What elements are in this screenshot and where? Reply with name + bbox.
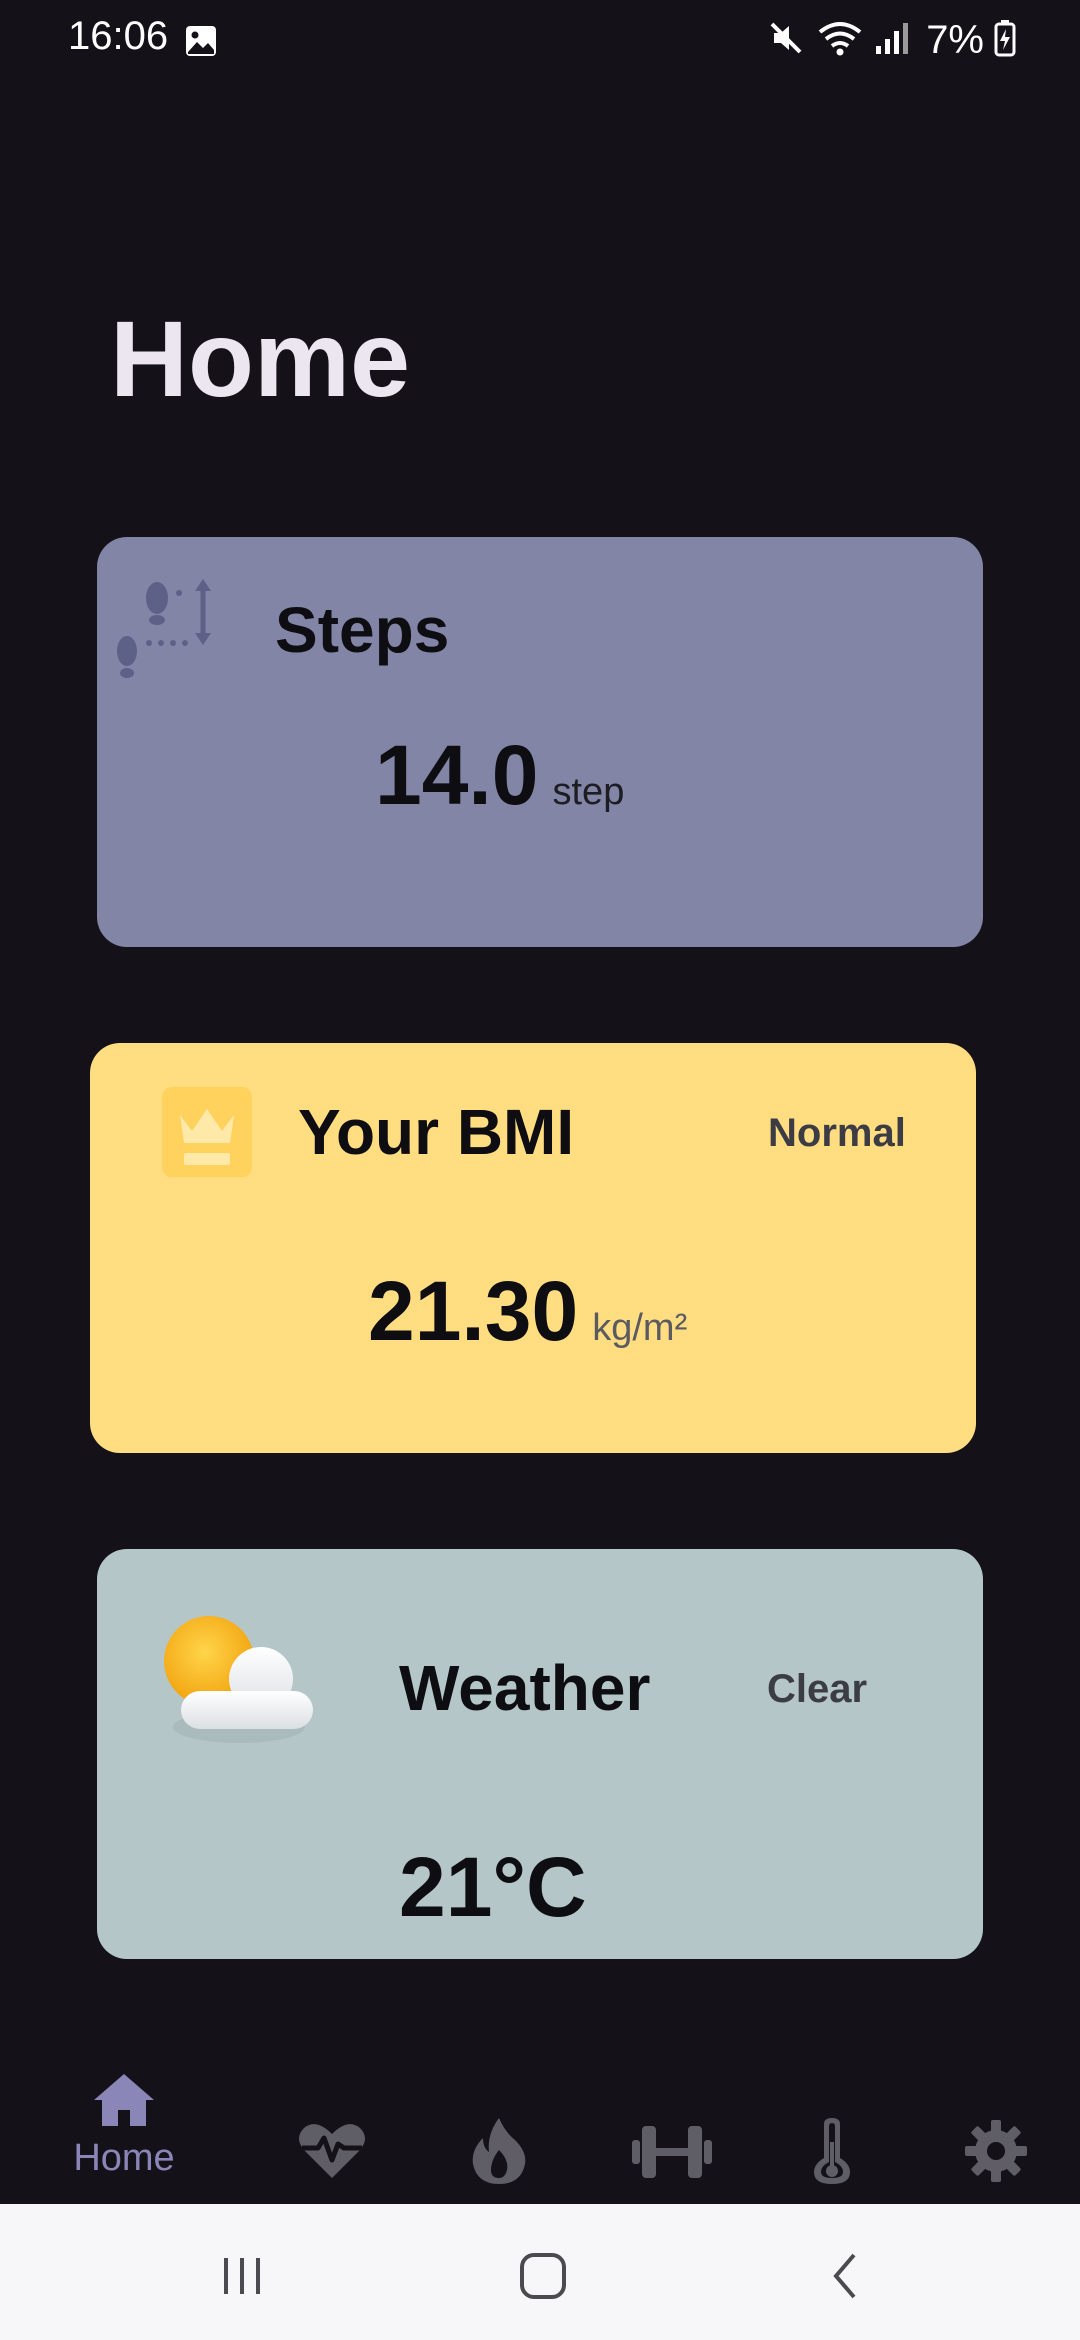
battery-charging-icon [994,19,1016,62]
screen: 16:06 7% Home Steps 14.0 step Your BMI N… [0,0,1080,2340]
bmi-card[interactable]: Your BMI Normal 21.30 kg/m² [90,1043,976,1453]
recent-apps-icon[interactable] [202,2246,282,2306]
system-nav-bar [0,2204,1080,2340]
footsteps-icon [109,573,219,698]
heart-rate-icon [296,2118,368,2187]
bmi-scale-icon [160,1085,254,1184]
settings-gear-icon [965,2120,1027,2187]
bmi-unit: kg/m² [592,1307,688,1349]
dumbbell-icon [630,2122,714,2187]
status-icons: 7% [766,14,1016,66]
signal-icon [874,18,910,63]
page-title: Home [110,298,411,419]
bmi-status: Normal [768,1111,906,1155]
nav-item-calories[interactable] [439,2070,559,2190]
steps-title: Steps [275,594,450,666]
bmi-value-row: 21.30 kg/m² [368,1263,687,1360]
back-icon[interactable] [806,2246,886,2306]
nav-item-heart-rate[interactable] [272,2070,392,2190]
weather-value: 21°C [399,1840,587,1934]
steps-value: 14.0 [375,728,539,822]
sun-cloud-icon [157,1609,327,1764]
bmi-title: Your BMI [298,1096,575,1168]
status-time: 16:06 [68,14,169,58]
nav-label-home: Home [73,2137,175,2179]
home-circle-icon[interactable] [503,2246,583,2306]
steps-unit: step [552,771,625,813]
weather-card[interactable]: Weather Clear 21°C [97,1549,983,1959]
mute-icon [766,18,806,63]
weather-status: Clear [767,1667,868,1711]
steps-value-row: 14.0 step [375,727,624,824]
thermometer-icon [810,2116,854,2191]
nav-item-home[interactable]: Home [64,2070,184,2190]
home-icon [92,2070,156,2135]
battery-percent: 7% [926,17,984,62]
bmi-value: 21.30 [368,1264,579,1358]
nav-item-temperature[interactable] [772,2070,892,2190]
nav-item-workout[interactable] [612,2070,732,2190]
nav-item-settings[interactable] [936,2070,1056,2190]
steps-card[interactable]: Steps 14.0 step [97,537,983,947]
status-bar: 16:06 7% [0,0,1080,80]
bottom-nav: Home [0,2040,1080,2204]
weather-title: Weather [399,1652,651,1724]
image-icon [184,24,218,63]
wifi-icon [816,18,864,63]
flame-icon [469,2116,529,2191]
